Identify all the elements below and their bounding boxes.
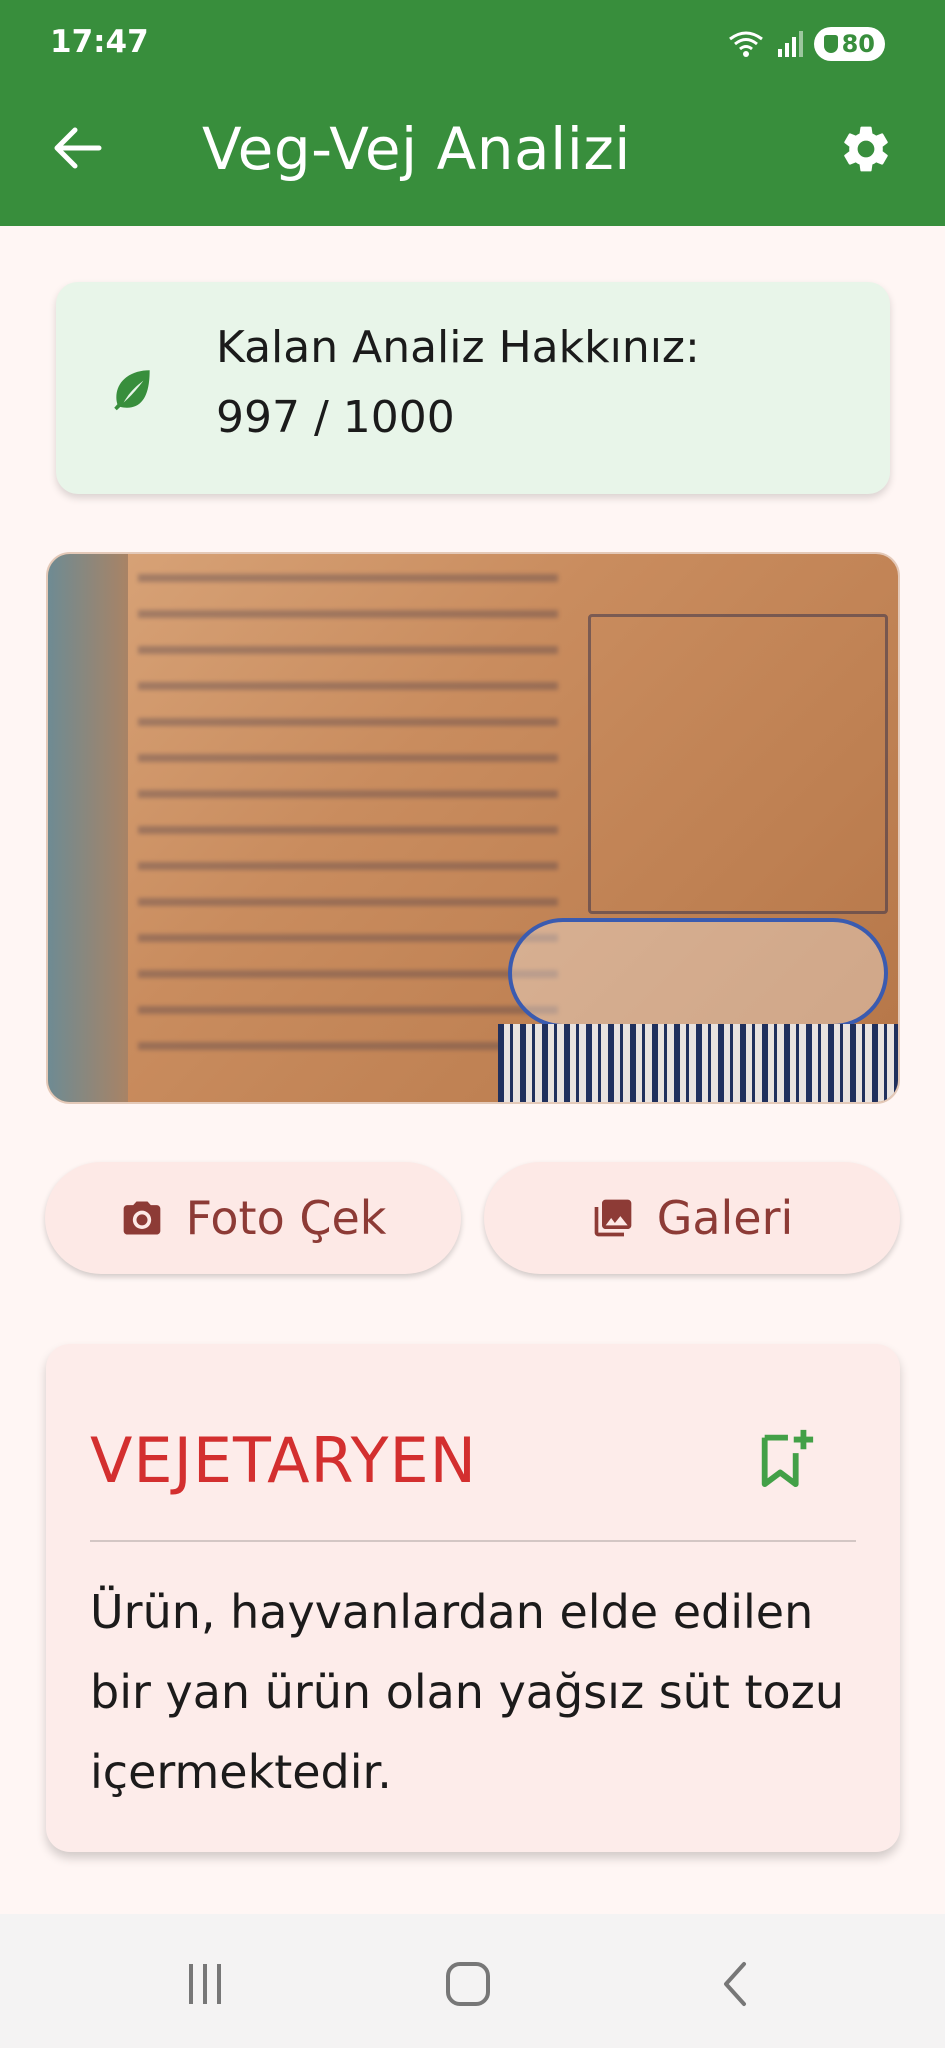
leaf-icon — [114, 370, 150, 411]
status-icons: 80 — [726, 26, 885, 62]
photo-edge — [48, 554, 128, 1102]
settings-button[interactable] — [835, 118, 897, 180]
chevron-left-icon — [724, 1962, 746, 2006]
app-header: 17:47 80 Veg-Vej Analizi — [0, 0, 945, 226]
result-title: VEJETARYEN — [90, 1424, 478, 1497]
battery-shield-icon — [823, 35, 838, 53]
gallery-button[interactable]: Galeri — [484, 1162, 900, 1274]
battery-indicator: 80 — [813, 27, 885, 61]
photo-contact-label — [508, 918, 888, 1028]
camera-icon — [123, 1201, 160, 1235]
product-photo — [46, 552, 900, 1104]
result-card: VEJETARYEN Ürün, hayvanlardan elde edile… — [46, 1344, 900, 1852]
recent-apps-icon — [189, 1964, 221, 2004]
divider — [90, 1540, 856, 1542]
take-photo-button[interactable]: Foto Çek — [45, 1162, 461, 1274]
battery-level: 80 — [841, 30, 875, 58]
back-button[interactable] — [48, 118, 108, 178]
home-icon — [446, 1962, 490, 2006]
signal-icon — [777, 31, 803, 57]
page-title: Veg-Vej Analizi — [202, 115, 631, 183]
quota-value: 997 / 1000 — [216, 392, 455, 443]
system-nav-bar — [0, 1914, 945, 2048]
system-back-button[interactable] — [700, 1954, 770, 2014]
gallery-label: Galeri — [656, 1191, 794, 1245]
result-description: Ürün, hayvanlardan elde edilen bir yan ü… — [90, 1585, 844, 1799]
recent-apps-button[interactable] — [170, 1954, 240, 2014]
take-photo-label: Foto Çek — [185, 1191, 387, 1245]
photo-barcode — [498, 1024, 898, 1102]
photo-library-icon — [594, 1199, 632, 1237]
photo-ingredients-text — [138, 574, 558, 1054]
quota-label: Kalan Analiz Hakkınız: — [216, 322, 700, 373]
arrow-back-icon — [54, 127, 102, 169]
bookmark-add-icon[interactable] — [756, 1426, 816, 1488]
status-time: 17:47 — [50, 24, 149, 60]
gear-icon — [844, 126, 888, 172]
wifi-icon — [728, 31, 763, 57]
quota-card: Kalan Analiz Hakkınız: 997 / 1000 — [56, 282, 890, 494]
home-button[interactable] — [433, 1954, 503, 2014]
photo-nutrition-table — [588, 614, 888, 914]
